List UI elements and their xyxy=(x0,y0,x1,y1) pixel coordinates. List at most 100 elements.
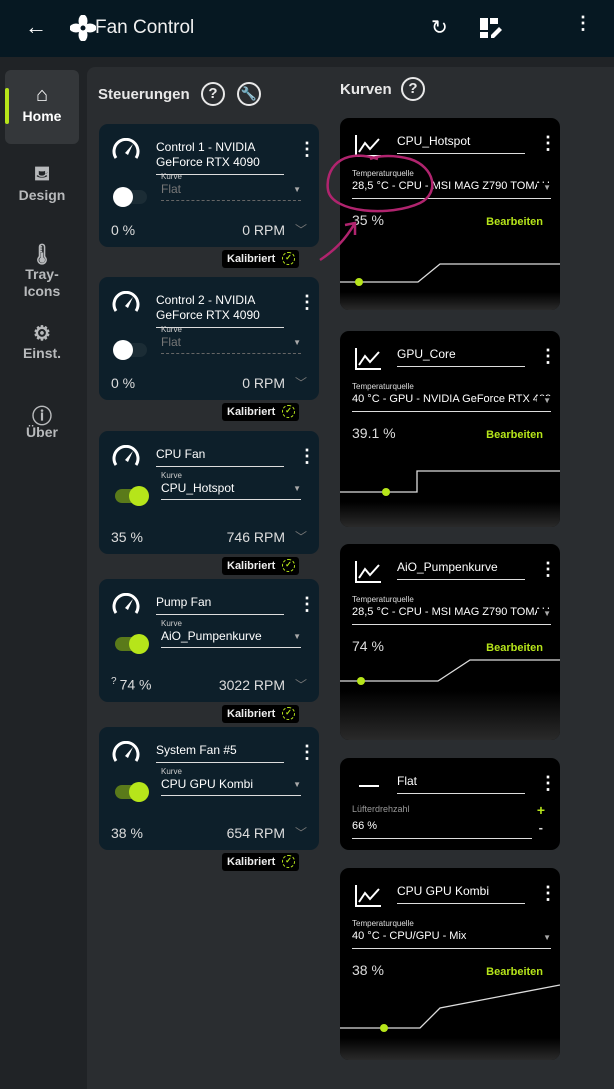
fan-speed-label: Lüfterdrehzahl xyxy=(352,804,410,814)
curve-line xyxy=(340,470,560,493)
toggle-knob xyxy=(129,486,149,506)
curve-label: Kurve xyxy=(161,172,182,181)
control-name-field[interactable]: CPU Fan xyxy=(156,447,284,467)
gauge-icon xyxy=(112,445,140,466)
refresh-icon[interactable]: ↻ xyxy=(431,15,448,40)
dropdown-arrow-icon: ▼ xyxy=(293,484,301,493)
enable-toggle[interactable] xyxy=(113,187,147,207)
sidebar-item-design[interactable]: ⛾ Design xyxy=(5,149,79,223)
info-icon: ⓘ xyxy=(32,406,52,428)
badge-label: Kalibriert xyxy=(227,560,276,572)
fan-icon xyxy=(70,15,96,41)
curve-line xyxy=(340,263,560,283)
graph-shade xyxy=(340,1038,560,1060)
sidebar-item-label: Home xyxy=(22,108,62,124)
more-options-icon[interactable]: ⋮ xyxy=(539,774,557,792)
curve-name-field[interactable]: Flat xyxy=(397,774,525,794)
expand-chevron-icon[interactable]: ﹀ xyxy=(295,528,307,545)
expand-chevron-icon[interactable]: ﹀ xyxy=(295,221,307,238)
current-point-dot xyxy=(357,677,365,685)
curve-select[interactable]: CPU_Hotspot ▼ xyxy=(161,481,301,500)
curve-card: CPU GPU Kombi ⋮ Temperaturquelle 40 °C - CP… xyxy=(340,868,560,1060)
curve-label: Kurve xyxy=(161,767,182,776)
check-circle-icon: ✓ xyxy=(282,707,295,720)
graph-shade xyxy=(340,691,560,740)
control-card: System Fan #5 ⋮ Kurve CPU GPU Kombi ▼ 38 % 654… xyxy=(99,727,319,850)
sidebar-item-home[interactable]: ⌂ Home xyxy=(5,70,79,144)
dropdown-arrow-icon: ▼ xyxy=(293,780,301,789)
control-name-field[interactable]: Control 1 - NVIDIA GeForce RTX 4090 xyxy=(156,140,284,175)
decrease-button[interactable]: - xyxy=(539,820,543,835)
curve-select: Flat ▼ xyxy=(161,182,301,201)
gauge-icon xyxy=(112,291,140,312)
curve-graph xyxy=(340,470,560,527)
dashboard-edit-icon[interactable] xyxy=(480,18,502,40)
control-name-field[interactable]: Pump Fan xyxy=(156,595,284,615)
more-options-icon[interactable]: ⋮ xyxy=(298,293,316,311)
rpm-readout: 0 RPM xyxy=(242,375,285,391)
increase-button[interactable]: + xyxy=(537,802,545,818)
fan-speed-input[interactable]: 66 % xyxy=(352,820,532,839)
more-options-icon[interactable]: ⋮ xyxy=(298,743,316,761)
curve-value: AiO_Pumpenkurve xyxy=(161,629,262,643)
sidebar-item-trayicons[interactable]: 🌡 Tray-Icons xyxy=(5,228,79,302)
control-card: CPU Fan ⋮ Kurve CPU_Hotspot ▼ 35 % 746 RPM ﹀ xyxy=(99,431,319,554)
curve-select: Flat ▼ xyxy=(161,335,301,354)
percent-readout: 0 % xyxy=(111,375,135,391)
more-menu-icon[interactable]: ⋮ xyxy=(574,14,592,32)
enable-toggle[interactable] xyxy=(113,340,147,360)
expand-chevron-icon[interactable]: ﹀ xyxy=(295,374,307,391)
curve-card: GPU_Core ⋮ Temperaturquelle 40 °C - GPU - N… xyxy=(340,331,560,527)
badge-label: Kalibriert xyxy=(227,253,276,265)
back-arrow-icon[interactable]: ← xyxy=(25,14,47,40)
curve-graph xyxy=(340,659,560,740)
control-name-field[interactable]: Control 2 - NVIDIA GeForce RTX 4090 xyxy=(156,293,284,328)
percent-readout: ? 74 % xyxy=(111,676,151,693)
expand-chevron-icon[interactable]: ﹀ xyxy=(295,676,307,693)
curve-select[interactable]: CPU GPU Kombi ▼ xyxy=(161,777,301,796)
current-point-dot xyxy=(382,488,390,496)
calibrated-badge: Kalibriert ✓ xyxy=(222,403,299,421)
curve-label: Kurve xyxy=(161,471,182,480)
percent-value: 38 % xyxy=(111,825,143,841)
toggle-knob xyxy=(129,782,149,802)
gauge-icon xyxy=(112,138,140,159)
sidebar-item-label: Tray-Icons xyxy=(23,266,61,299)
calibrated-badge: Kalibriert ✓ xyxy=(222,705,299,723)
control-name-field[interactable]: System Fan #5 xyxy=(156,743,284,763)
more-options-icon[interactable]: ⋮ xyxy=(298,595,316,613)
unknown-indicator: ? xyxy=(111,676,117,688)
toggle-knob xyxy=(113,340,133,360)
badge-label: Kalibriert xyxy=(227,708,276,720)
control-card: Control 1 - NVIDIA GeForce RTX 4090 ⋮ Kurv… xyxy=(99,124,319,247)
toggle-knob xyxy=(129,634,149,654)
paint-bucket-icon: ⛾ xyxy=(33,163,51,185)
curve-select[interactable]: AiO_Pumpenkurve ▼ xyxy=(161,629,301,648)
curve-graph xyxy=(340,263,560,310)
percent-value: 0 % xyxy=(111,222,136,238)
dropdown-arrow-icon: ▼ xyxy=(293,338,301,347)
control-card: Pump Fan ⋮ Kurve AiO_Pumpenkurve ▼? 74 % 3022 … xyxy=(99,579,319,702)
wrench-icon[interactable]: 🔧 xyxy=(237,82,261,106)
fan-speed-value: 66 % xyxy=(352,820,378,832)
enable-toggle[interactable] xyxy=(115,782,149,802)
dropdown-arrow-icon: ▼ xyxy=(293,632,301,641)
sidebar-item-über[interactable]: ⓘ Über xyxy=(5,386,79,460)
more-options-icon[interactable]: ⋮ xyxy=(298,140,316,158)
controls-heading: Steuerungen xyxy=(98,86,190,103)
sidebar-item-label: Design xyxy=(18,187,66,203)
help-icon[interactable]: ? xyxy=(201,82,225,106)
current-point-dot xyxy=(380,1024,388,1032)
curve-value: Flat xyxy=(161,335,182,349)
help-icon[interactable]: ? xyxy=(401,77,425,101)
percent-value: 74 % xyxy=(119,677,152,693)
gauge-icon xyxy=(112,593,140,614)
badge-label: Kalibriert xyxy=(227,856,276,868)
calibrated-badge: Kalibriert ✓ xyxy=(222,557,299,575)
more-options-icon[interactable]: ⋮ xyxy=(298,447,316,465)
calibrated-badge: Kalibriert ✓ xyxy=(222,250,299,268)
enable-toggle[interactable] xyxy=(115,634,149,654)
enable-toggle[interactable] xyxy=(115,486,149,506)
sidebar-item-einst[interactable]: ⚙ Einst. xyxy=(5,307,79,381)
expand-chevron-icon[interactable]: ﹀ xyxy=(295,824,307,841)
